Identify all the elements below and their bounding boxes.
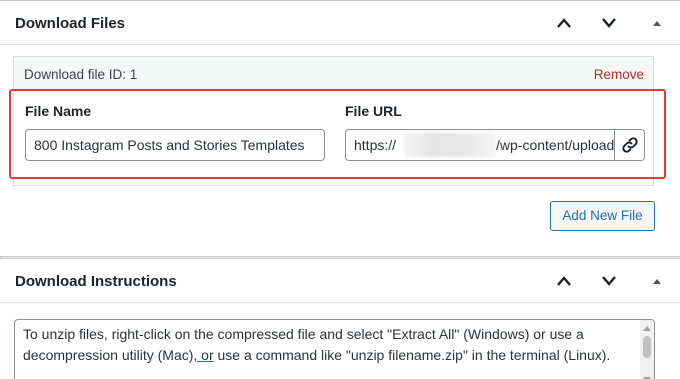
download-instructions-textarea[interactable]: To unzip files, right-click on the compr… <box>14 319 655 379</box>
remove-link[interactable]: Remove <box>594 67 644 82</box>
download-instructions-panel: Download Instructions To unzip files, ri… <box>0 258 680 379</box>
download-files-header: Download Files <box>0 1 680 45</box>
chevron-down-icon <box>602 276 616 286</box>
file-entry-header: Download file ID: 1 Remove <box>14 57 653 91</box>
add-new-file-button[interactable]: Add New File <box>550 201 655 231</box>
download-files-panel: Download Files Download file ID: 1 Remov… <box>0 0 680 257</box>
toggle-panel-button[interactable] <box>645 11 669 35</box>
scroll-thumb[interactable] <box>643 336 651 358</box>
toggle-panel-button[interactable] <box>645 269 669 293</box>
instructions-text-part3: use a command like "unzip filename.zip" … <box>213 347 611 363</box>
panel-title: Download Files <box>15 15 126 32</box>
highlight-box <box>9 89 666 179</box>
move-up-button[interactable] <box>552 11 576 35</box>
chevron-up-icon <box>557 276 571 286</box>
chevron-up-icon <box>557 18 571 28</box>
scroll-up-arrow-icon[interactable] <box>643 326 651 331</box>
move-down-button[interactable] <box>597 269 621 293</box>
download-file-id: Download file ID: 1 <box>24 67 138 82</box>
caret-up-icon <box>653 279 661 284</box>
chevron-down-icon <box>602 18 616 28</box>
move-up-button[interactable] <box>552 269 576 293</box>
move-down-button[interactable] <box>597 11 621 35</box>
textarea-scrollbar[interactable] <box>640 320 654 379</box>
caret-up-icon <box>653 21 661 26</box>
download-instructions-header: Download Instructions <box>0 259 680 303</box>
panel-title: Download Instructions <box>15 273 177 290</box>
instructions-text-part2: , or <box>193 347 214 363</box>
